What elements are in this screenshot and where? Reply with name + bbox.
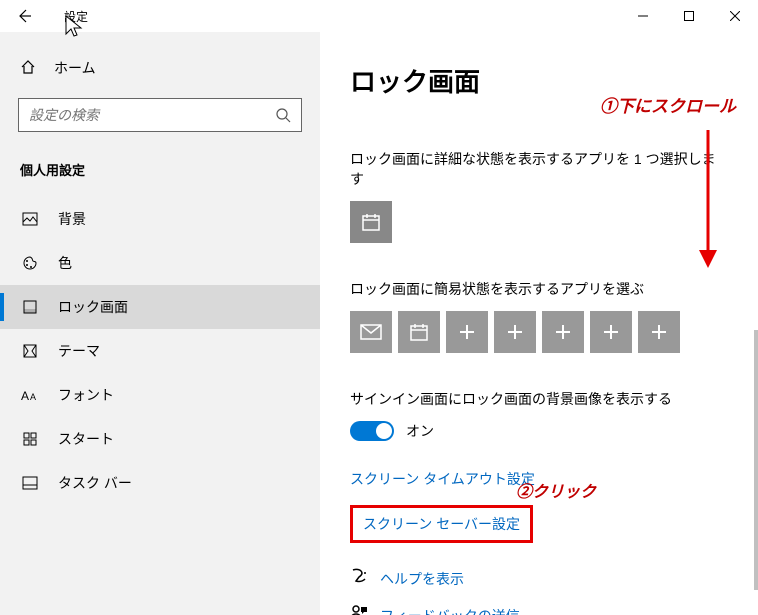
screensaver-link-highlight: スクリーン セーバー設定 bbox=[350, 505, 533, 543]
signin-bg-toggle-row: オン bbox=[350, 421, 728, 441]
toggle-state-label: オン bbox=[406, 421, 434, 441]
detail-status-label: ロック画面に詳細な状態を表示するアプリを 1 つ選択します bbox=[350, 149, 728, 189]
sidebar: ホーム 個人用設定 背景 色 ロック画面 テーマ AA フォント ス bbox=[0, 32, 320, 615]
home-icon bbox=[20, 59, 36, 78]
feedback-row: フィードバックの送信 bbox=[350, 604, 728, 615]
search-input[interactable] bbox=[29, 107, 275, 123]
annotation-click: ②クリック bbox=[516, 478, 596, 502]
plus-icon bbox=[602, 323, 620, 341]
scrollbar[interactable] bbox=[754, 330, 758, 590]
screensaver-link[interactable]: スクリーン セーバー設定 bbox=[363, 514, 520, 534]
home-button[interactable]: ホーム bbox=[0, 48, 320, 88]
quick-status-label: ロック画面に簡易状態を表示するアプリを選ぶ bbox=[350, 279, 728, 299]
feedback-link[interactable]: フィードバックの送信 bbox=[380, 606, 520, 615]
titlebar: 設定 bbox=[0, 0, 758, 32]
lockscreen-icon bbox=[20, 299, 40, 315]
search-box[interactable] bbox=[18, 98, 302, 132]
arrow-down-icon bbox=[696, 130, 720, 270]
nav-label: テーマ bbox=[58, 341, 100, 361]
quick-tile-add-2[interactable] bbox=[494, 311, 536, 353]
main-panel: ロック画面 ロック画面に詳細な状態を表示するアプリを 1 つ選択します ロック画… bbox=[320, 32, 758, 615]
nav-label: ロック画面 bbox=[58, 297, 128, 317]
quick-tile-add-4[interactable] bbox=[590, 311, 632, 353]
signin-bg-toggle[interactable] bbox=[350, 421, 394, 441]
quick-tile-calendar[interactable] bbox=[398, 311, 440, 353]
maximize-button[interactable] bbox=[666, 0, 712, 32]
feedback-icon bbox=[350, 604, 368, 615]
help-icon bbox=[350, 567, 368, 590]
detail-app-tile[interactable] bbox=[350, 201, 392, 243]
calendar-icon bbox=[409, 322, 429, 342]
window-controls bbox=[620, 0, 758, 32]
nav-colors[interactable]: 色 bbox=[0, 241, 320, 285]
plus-icon bbox=[506, 323, 524, 341]
quick-tile-add-5[interactable] bbox=[638, 311, 680, 353]
theme-icon bbox=[20, 343, 40, 359]
quick-tile-add-3[interactable] bbox=[542, 311, 584, 353]
start-icon bbox=[20, 431, 40, 447]
nav-start[interactable]: スタート bbox=[0, 417, 320, 461]
help-row: ヘルプを表示 bbox=[350, 567, 728, 590]
back-button[interactable] bbox=[8, 0, 40, 32]
nav-background[interactable]: 背景 bbox=[0, 197, 320, 241]
nav-taskbar[interactable]: タスク バー bbox=[0, 461, 320, 505]
nav-fonts[interactable]: AA フォント bbox=[0, 373, 320, 417]
close-button[interactable] bbox=[712, 0, 758, 32]
font-icon: AA bbox=[20, 388, 40, 402]
home-label: ホーム bbox=[54, 58, 96, 78]
taskbar-icon bbox=[20, 475, 40, 491]
arrow-left-icon bbox=[16, 8, 32, 24]
quick-app-row bbox=[350, 311, 728, 353]
mail-icon bbox=[360, 324, 382, 340]
quick-tile-mail[interactable] bbox=[350, 311, 392, 353]
svg-text:A: A bbox=[21, 389, 29, 402]
nav-label: フォント bbox=[58, 385, 114, 405]
plus-icon bbox=[554, 323, 572, 341]
window-title: 設定 bbox=[64, 8, 88, 25]
signin-bg-label: サインイン画面にロック画面の背景画像を表示する bbox=[350, 389, 728, 409]
section-label: 個人用設定 bbox=[0, 150, 320, 197]
help-link[interactable]: ヘルプを表示 bbox=[380, 569, 464, 589]
annotation-scroll: ①下にスクロール bbox=[600, 92, 736, 117]
nav-themes[interactable]: テーマ bbox=[0, 329, 320, 373]
search-icon bbox=[275, 107, 291, 123]
nav-label: スタート bbox=[58, 429, 114, 449]
plus-icon bbox=[650, 323, 668, 341]
quick-tile-add-1[interactable] bbox=[446, 311, 488, 353]
palette-icon bbox=[20, 255, 40, 271]
svg-text:A: A bbox=[30, 392, 36, 402]
nav-label: タスク バー bbox=[58, 473, 132, 493]
nav-label: 色 bbox=[58, 253, 72, 273]
picture-icon bbox=[20, 211, 40, 227]
calendar-icon bbox=[361, 212, 381, 232]
nav-label: 背景 bbox=[58, 209, 86, 229]
plus-icon bbox=[458, 323, 476, 341]
nav-lockscreen[interactable]: ロック画面 bbox=[0, 285, 320, 329]
detail-app-row bbox=[350, 201, 728, 243]
minimize-button[interactable] bbox=[620, 0, 666, 32]
